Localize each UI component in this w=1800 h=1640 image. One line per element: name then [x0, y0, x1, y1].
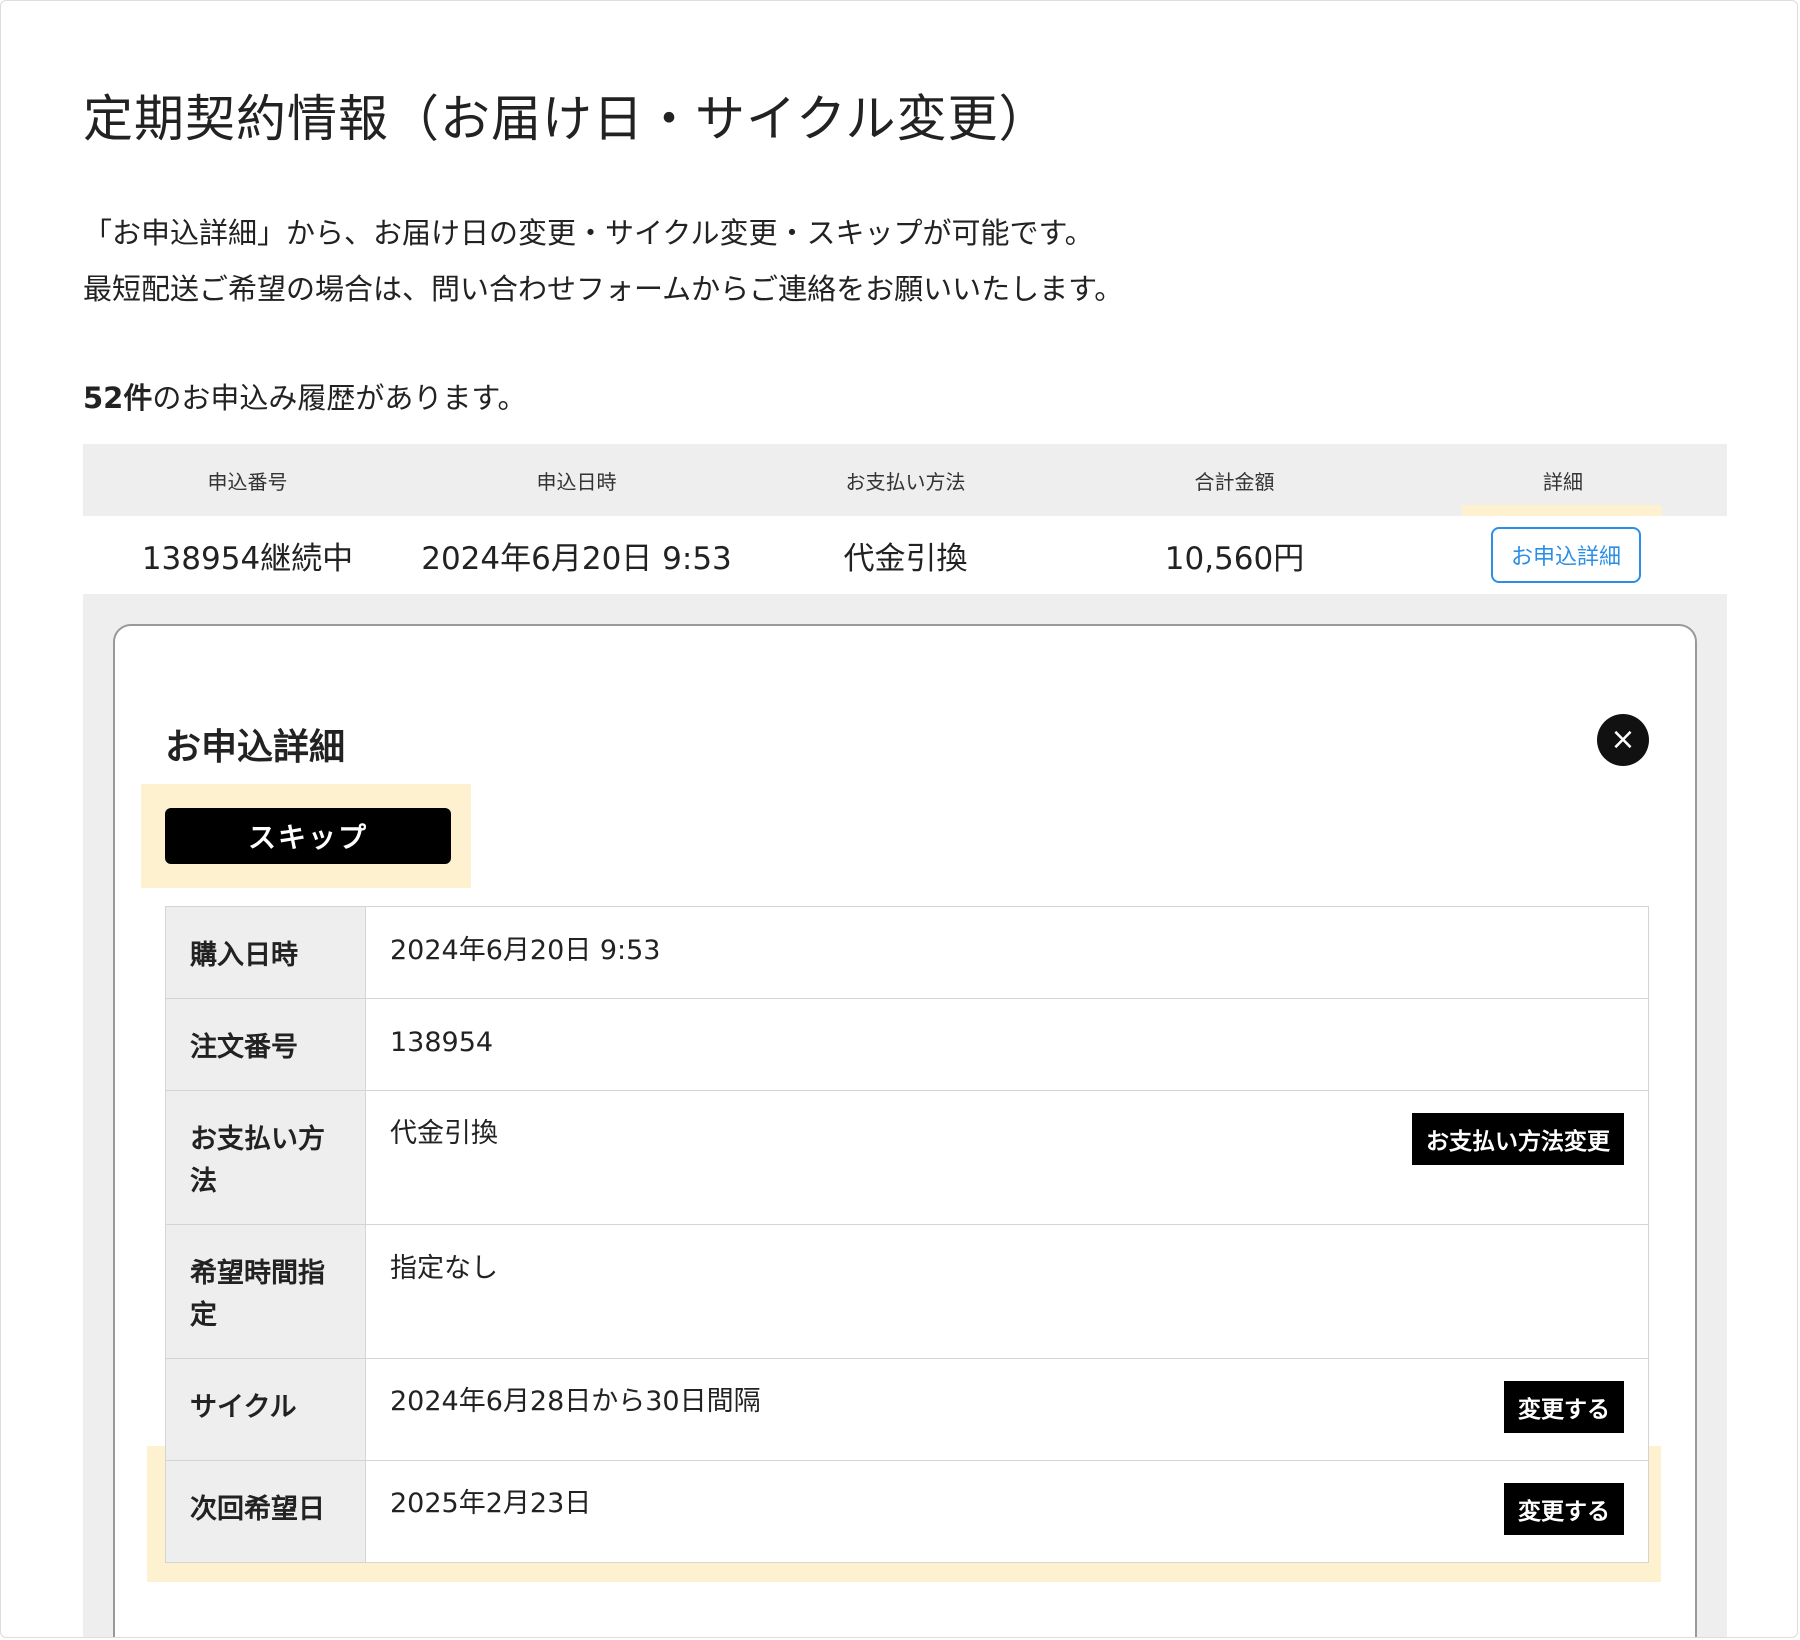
row-label-order-number: 注文番号	[165, 998, 366, 1091]
order-total: 10,560円	[1164, 540, 1305, 577]
row-label-purchase-date: 購入日時	[165, 906, 366, 999]
row-label-payment-method: お支払い方法	[165, 1090, 366, 1225]
cycle-value: 2024年6月28日から30日間隔	[390, 1386, 761, 1417]
row-value-delivery-time: 指定なし	[365, 1224, 1649, 1359]
table-row: 138954継続中 2024年6月20日 9:53 代金引換 10,560円 お…	[83, 516, 1727, 594]
page-frame: 定期契約情報（お届け日・サイクル変更） 「お申込詳細」から、お届け日の変更・サイ…	[0, 0, 1798, 1638]
delivery-time-value: 指定なし	[390, 1253, 498, 1284]
skip-button[interactable]: スキップ	[165, 808, 451, 864]
payment-method-value: 代金引換	[390, 1118, 498, 1149]
order-count-suffix: のお申込み履歴があります。	[152, 381, 527, 415]
table-row: 次回希望日 2025年2月23日 変更する	[165, 1460, 1649, 1563]
column-header-detail: 詳細	[1543, 469, 1583, 494]
row-value-purchase-date: 2024年6月20日 9:53	[365, 906, 1649, 999]
order-count-line: 52件のお申込み履歴があります。	[83, 375, 526, 417]
intro-line: 最短配送ご希望の場合は、問い合わせフォームからご連絡をお願いいたします。	[83, 272, 1124, 306]
order-detail-button[interactable]: お申込詳細	[1491, 527, 1641, 583]
table-row: 購入日時 2024年6月20日 9:53	[165, 906, 1649, 999]
order-date: 2024年6月20日 9:53	[421, 540, 732, 577]
column-header-order-number: 申込番号	[207, 469, 288, 494]
order-payment: 代金引換	[843, 540, 968, 577]
row-label-next-date: 次回希望日	[165, 1460, 366, 1563]
row-label-delivery-time: 希望時間指定	[165, 1224, 366, 1359]
change-payment-button[interactable]: お支払い方法変更	[1412, 1113, 1624, 1165]
column-header-order-date: 申込日時	[536, 469, 617, 494]
table-row: 注文番号 138954	[165, 998, 1649, 1091]
order-detail-table: 購入日時 2024年6月20日 9:53 注文番号 138954 お支払い方法 …	[165, 906, 1649, 1563]
close-icon[interactable]: ×	[1597, 714, 1649, 766]
row-value-next-date: 2025年2月23日 変更する	[365, 1460, 1649, 1563]
next-date-value: 2025年2月23日	[390, 1488, 592, 1519]
row-label-cycle: サイクル	[165, 1358, 366, 1461]
purchase-date-value: 2024年6月20日 9:53	[390, 935, 661, 966]
order-number-value: 138954	[390, 1027, 494, 1058]
detail-panel-title: お申込詳細	[165, 727, 346, 768]
table-row: サイクル 2024年6月28日から30日間隔 変更する	[165, 1358, 1649, 1461]
row-value-order-number: 138954	[365, 998, 1649, 1091]
row-value-payment-method: 代金引換 お支払い方法変更	[365, 1090, 1649, 1225]
column-header-payment: お支払い方法	[845, 469, 966, 494]
page-title: 定期契約情報（お届け日・サイクル変更）	[83, 90, 1050, 148]
table-row: お支払い方法 代金引換 お支払い方法変更	[165, 1090, 1649, 1225]
change-cycle-button[interactable]: 変更する	[1504, 1381, 1624, 1433]
order-number: 138954継続中	[141, 540, 354, 577]
order-count: 52件	[83, 381, 153, 415]
column-header-total: 合計金額	[1194, 469, 1275, 494]
table-row: 希望時間指定 指定なし	[165, 1224, 1649, 1359]
intro-text: 「お申込詳細」から、お届け日の変更・サイクル変更・スキップが可能です。 最短配送…	[83, 205, 1123, 317]
order-detail-panel: お申込詳細 × スキップ 購入日時 2024年6月20日 9:53 注文番号 1…	[113, 624, 1697, 1637]
row-value-cycle: 2024年6月28日から30日間隔 変更する	[365, 1358, 1649, 1461]
order-detail-cell: お申込詳細	[1399, 527, 1727, 583]
intro-line: 「お申込詳細」から、お届け日の変更・サイクル変更・スキップが可能です。	[83, 216, 1094, 250]
change-next-date-button[interactable]: 変更する	[1504, 1483, 1624, 1535]
